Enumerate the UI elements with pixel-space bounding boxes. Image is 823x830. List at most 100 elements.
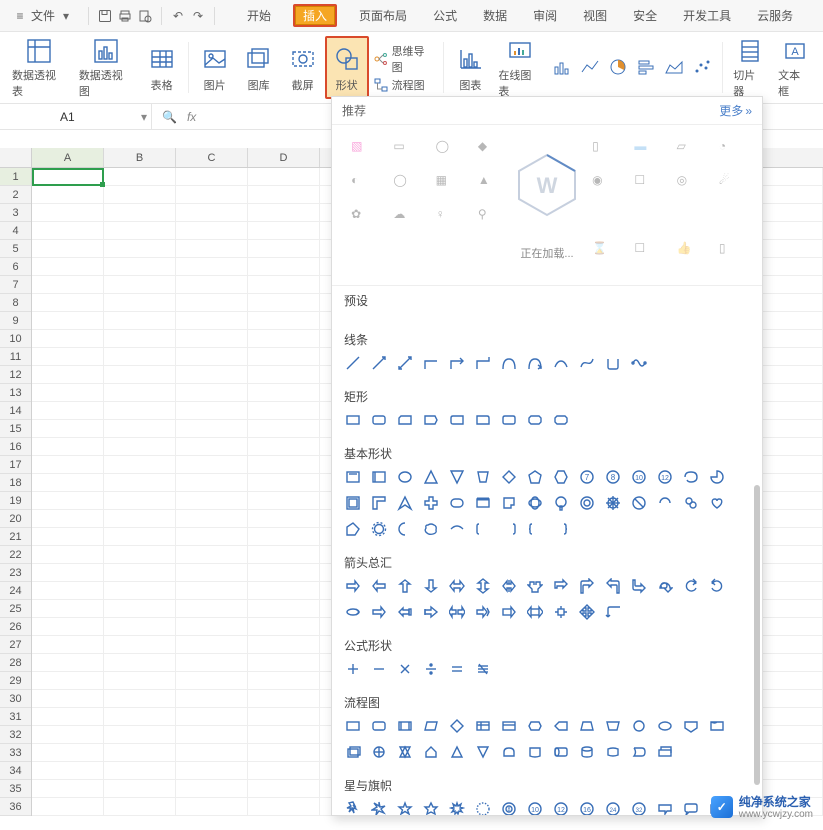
cell[interactable] <box>104 582 176 600</box>
row-header[interactable]: 11 <box>0 348 31 366</box>
row-header[interactable]: 24 <box>0 582 31 600</box>
select-all-corner[interactable] <box>0 148 32 168</box>
row-header[interactable]: 35 <box>0 780 31 798</box>
pivot-table-button[interactable]: 数据透视表 <box>6 36 73 99</box>
row-header[interactable]: 17 <box>0 456 31 474</box>
arrow-shape-icon[interactable] <box>344 603 362 621</box>
cell[interactable] <box>176 366 248 384</box>
arrow-shape-icon[interactable] <box>630 577 648 595</box>
flowchart-shape-icon[interactable] <box>370 743 388 761</box>
basic-shape-icon[interactable] <box>448 494 466 512</box>
row-header[interactable]: 2 <box>0 186 31 204</box>
cell[interactable] <box>248 654 320 672</box>
rect-shape-icon[interactable] <box>552 411 570 429</box>
flowchart-shape-icon[interactable] <box>344 717 362 735</box>
cell[interactable] <box>104 366 176 384</box>
bar-chart-icon[interactable] <box>636 57 658 79</box>
cell[interactable] <box>248 366 320 384</box>
flowchart-shape-icon[interactable] <box>474 743 492 761</box>
basic-shape-icon[interactable] <box>344 520 362 538</box>
flowchart-shape-icon[interactable] <box>422 717 440 735</box>
tab-security[interactable]: 安全 <box>629 3 661 28</box>
star-shape-icon[interactable] <box>370 800 388 815</box>
line-shape-icon[interactable] <box>630 354 648 372</box>
row-header[interactable]: 19 <box>0 492 31 510</box>
cell[interactable] <box>104 402 176 420</box>
basic-shape-icon[interactable] <box>604 494 622 512</box>
row-header[interactable]: 9 <box>0 312 31 330</box>
cell[interactable] <box>248 474 320 492</box>
cell[interactable] <box>176 492 248 510</box>
shapes-button[interactable]: 形状 <box>325 36 369 99</box>
row-header[interactable]: 34 <box>0 762 31 780</box>
basic-shape-icon[interactable] <box>552 520 570 538</box>
line-shape-icon[interactable] <box>552 354 570 372</box>
preview-placeholder-icon[interactable]: ▬ <box>634 139 658 163</box>
cell[interactable] <box>176 276 248 294</box>
line-shape-icon[interactable] <box>500 354 518 372</box>
tab-cloud[interactable]: 云服务 <box>753 3 797 28</box>
basic-shape-icon[interactable] <box>526 468 544 486</box>
cell[interactable] <box>176 762 248 780</box>
row-header[interactable]: 28 <box>0 654 31 672</box>
cell[interactable] <box>176 690 248 708</box>
basic-shape-icon[interactable] <box>656 494 674 512</box>
pie-chart-icon[interactable] <box>608 57 630 79</box>
cell[interactable] <box>104 744 176 762</box>
print-preview-icon[interactable] <box>137 8 153 24</box>
cell[interactable] <box>104 708 176 726</box>
cell[interactable] <box>176 348 248 366</box>
star-shape-icon[interactable] <box>656 800 674 815</box>
flowchart-shape-icon[interactable] <box>526 743 544 761</box>
cell[interactable] <box>248 546 320 564</box>
preview-placeholder-icon[interactable]: ⚲ <box>478 207 502 231</box>
flowchart-shape-icon[interactable] <box>656 743 674 761</box>
basic-shape-icon[interactable] <box>370 494 388 512</box>
row-header[interactable]: 3 <box>0 204 31 222</box>
cell[interactable] <box>32 762 104 780</box>
cell[interactable] <box>104 636 176 654</box>
cell[interactable] <box>32 294 104 312</box>
cell[interactable] <box>248 636 320 654</box>
row-header[interactable]: 18 <box>0 474 31 492</box>
basic-shape-icon[interactable] <box>682 468 700 486</box>
cell[interactable] <box>248 672 320 690</box>
cell[interactable] <box>176 222 248 240</box>
rect-shape-icon[interactable] <box>474 411 492 429</box>
tab-insert[interactable]: 插入 <box>293 4 337 27</box>
star-shape-icon[interactable] <box>682 800 700 815</box>
table-button[interactable]: 表格 <box>140 36 184 99</box>
cell[interactable] <box>176 330 248 348</box>
cell[interactable] <box>248 276 320 294</box>
cell[interactable] <box>176 564 248 582</box>
cell[interactable] <box>104 654 176 672</box>
cell[interactable] <box>248 744 320 762</box>
basic-shape-icon[interactable] <box>474 520 492 538</box>
cell[interactable] <box>104 618 176 636</box>
chevron-down-icon[interactable]: ▾ <box>141 110 147 124</box>
flowchart-shape-icon[interactable] <box>578 743 596 761</box>
cell[interactable] <box>104 420 176 438</box>
tab-review[interactable]: 审阅 <box>529 3 561 28</box>
arrow-shape-icon[interactable] <box>448 603 466 621</box>
equation-shape-icon[interactable] <box>474 660 492 678</box>
arrow-shape-icon[interactable] <box>396 577 414 595</box>
cell[interactable] <box>176 456 248 474</box>
preview-placeholder-icon[interactable]: ☐ <box>634 241 658 265</box>
star-shape-icon[interactable] <box>474 800 492 815</box>
picture-button[interactable]: 图片 <box>193 36 237 99</box>
cell[interactable] <box>176 384 248 402</box>
cell[interactable] <box>32 690 104 708</box>
cell[interactable] <box>176 798 248 816</box>
basic-shape-icon[interactable] <box>344 468 362 486</box>
cell[interactable] <box>248 780 320 798</box>
cell[interactable] <box>32 528 104 546</box>
star-shape-icon[interactable]: 12 <box>552 800 570 815</box>
cell[interactable] <box>104 312 176 330</box>
tab-dev[interactable]: 开发工具 <box>679 3 735 28</box>
basic-shape-icon[interactable] <box>526 494 544 512</box>
arrow-shape-icon[interactable] <box>604 603 622 621</box>
cell[interactable] <box>32 618 104 636</box>
flowchart-shape-icon[interactable] <box>500 743 518 761</box>
cell[interactable] <box>32 780 104 798</box>
